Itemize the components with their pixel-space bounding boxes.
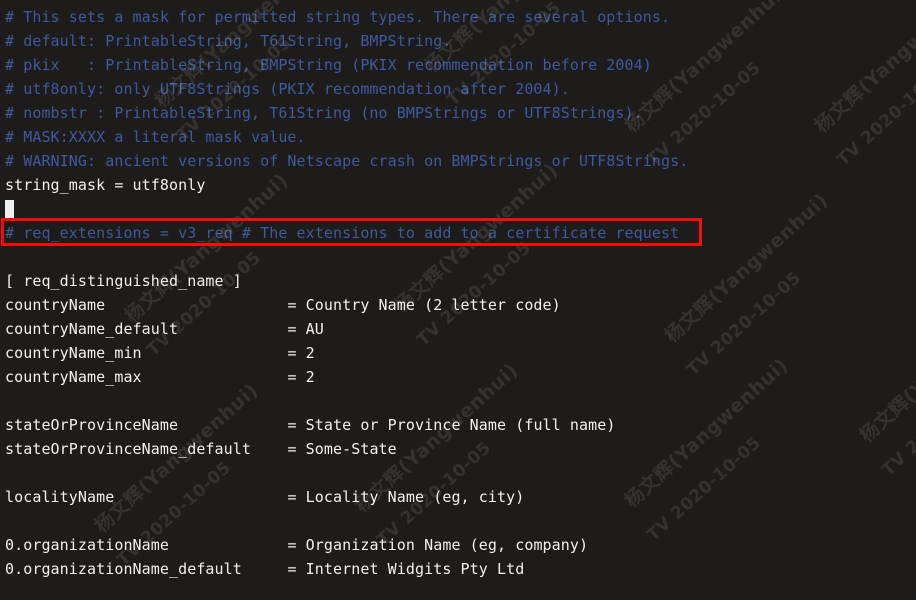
config-key: countryName_max	[5, 368, 142, 386]
section-header: [ req_distinguished_name ]	[5, 272, 242, 290]
comment-text: # This sets a mask for permitted string …	[5, 8, 671, 26]
code-line: localityName = Locality Name (eg, city)	[0, 485, 916, 509]
column-spacer	[142, 368, 288, 386]
comment-text: # req_extensions = v3_req # The extensio…	[5, 224, 680, 242]
column-spacer	[242, 560, 288, 578]
config-value: = 2	[287, 368, 315, 386]
plain-text	[5, 512, 14, 530]
config-value: = Internet Widgits Pty Ltd	[287, 560, 525, 578]
code-line: [ req_distinguished_name ]	[0, 269, 916, 293]
code-line: # req_extensions = v3_req # The extensio…	[0, 221, 916, 245]
code-line: # nombstr : PrintableString, T61String (…	[0, 101, 916, 125]
code-line	[0, 197, 916, 221]
comment-text: # default: PrintableString, T61String, B…	[5, 32, 452, 50]
config-key: stateOrProvinceName	[5, 416, 179, 434]
comment-text: # WARNING: ancient versions of Netscape …	[5, 152, 689, 170]
code-line: 0.organizationName = Organization Name (…	[0, 533, 916, 557]
config-key: localityName	[5, 488, 115, 506]
config-key: countryName_default	[5, 320, 179, 338]
terminal-screen: # This sets a mask for permitted string …	[0, 0, 916, 600]
code-line: countryName_default = AU	[0, 317, 916, 341]
code-line: # WARNING: ancient versions of Netscape …	[0, 149, 916, 173]
code-line: # MASK:XXXX a literal mask value.	[0, 125, 916, 149]
code-line: 0.organizationName_default = Internet Wi…	[0, 557, 916, 581]
code-line: countryName_max = 2	[0, 365, 916, 389]
comment-text: # pkix : PrintableString, BMPString (PKI…	[5, 56, 652, 74]
config-value: = Locality Name (eg, city)	[287, 488, 525, 506]
plain-text	[5, 464, 14, 482]
code-line: # This sets a mask for permitted string …	[0, 5, 916, 29]
column-spacer	[251, 440, 287, 458]
column-spacer	[178, 320, 287, 338]
comment-text: # nombstr : PrintableString, T61String (…	[5, 104, 643, 122]
code-line: countryName_min = 2	[0, 341, 916, 365]
code-line	[0, 245, 916, 269]
config-key: 0.organizationName_default	[5, 560, 242, 578]
config-value: = AU	[287, 320, 324, 338]
config-value: = Country Name (2 letter code)	[287, 296, 561, 314]
code-line: stateOrProvinceName_default = Some-State	[0, 437, 916, 461]
column-spacer	[142, 344, 288, 362]
plain-text: string_mask = utf8only	[5, 176, 206, 194]
column-spacer	[105, 296, 287, 314]
code-line: # default: PrintableString, T61String, B…	[0, 29, 916, 53]
config-value: = Some-State	[287, 440, 397, 458]
code-line: # pkix : PrintableString, BMPString (PKI…	[0, 53, 916, 77]
code-line	[0, 509, 916, 533]
column-spacer	[169, 536, 287, 554]
plain-text	[5, 248, 14, 266]
plain-text	[5, 392, 14, 410]
config-key: countryName	[5, 296, 106, 314]
code-line	[0, 389, 916, 413]
code-line: countryName = Country Name (2 letter cod…	[0, 293, 916, 317]
column-spacer	[114, 488, 287, 506]
text-cursor	[5, 200, 14, 219]
column-spacer	[178, 416, 287, 434]
config-value: = 2	[287, 344, 315, 362]
code-line: string_mask = utf8only	[0, 173, 916, 197]
config-key: 0.organizationName	[5, 536, 169, 554]
config-key: stateOrProvinceName_default	[5, 440, 251, 458]
comment-text: # MASK:XXXX a literal mask value.	[5, 128, 306, 146]
config-value: = Organization Name (eg, company)	[287, 536, 589, 554]
config-file-text[interactable]: # This sets a mask for permitted string …	[0, 0, 916, 581]
code-line: # utf8only: only UTF8Strings (PKIX recom…	[0, 77, 916, 101]
config-value: = State or Province Name (full name)	[287, 416, 616, 434]
comment-text: # utf8only: only UTF8Strings (PKIX recom…	[5, 80, 570, 98]
config-key: countryName_min	[5, 344, 142, 362]
code-line	[0, 461, 916, 485]
code-line: stateOrProvinceName = State or Province …	[0, 413, 916, 437]
